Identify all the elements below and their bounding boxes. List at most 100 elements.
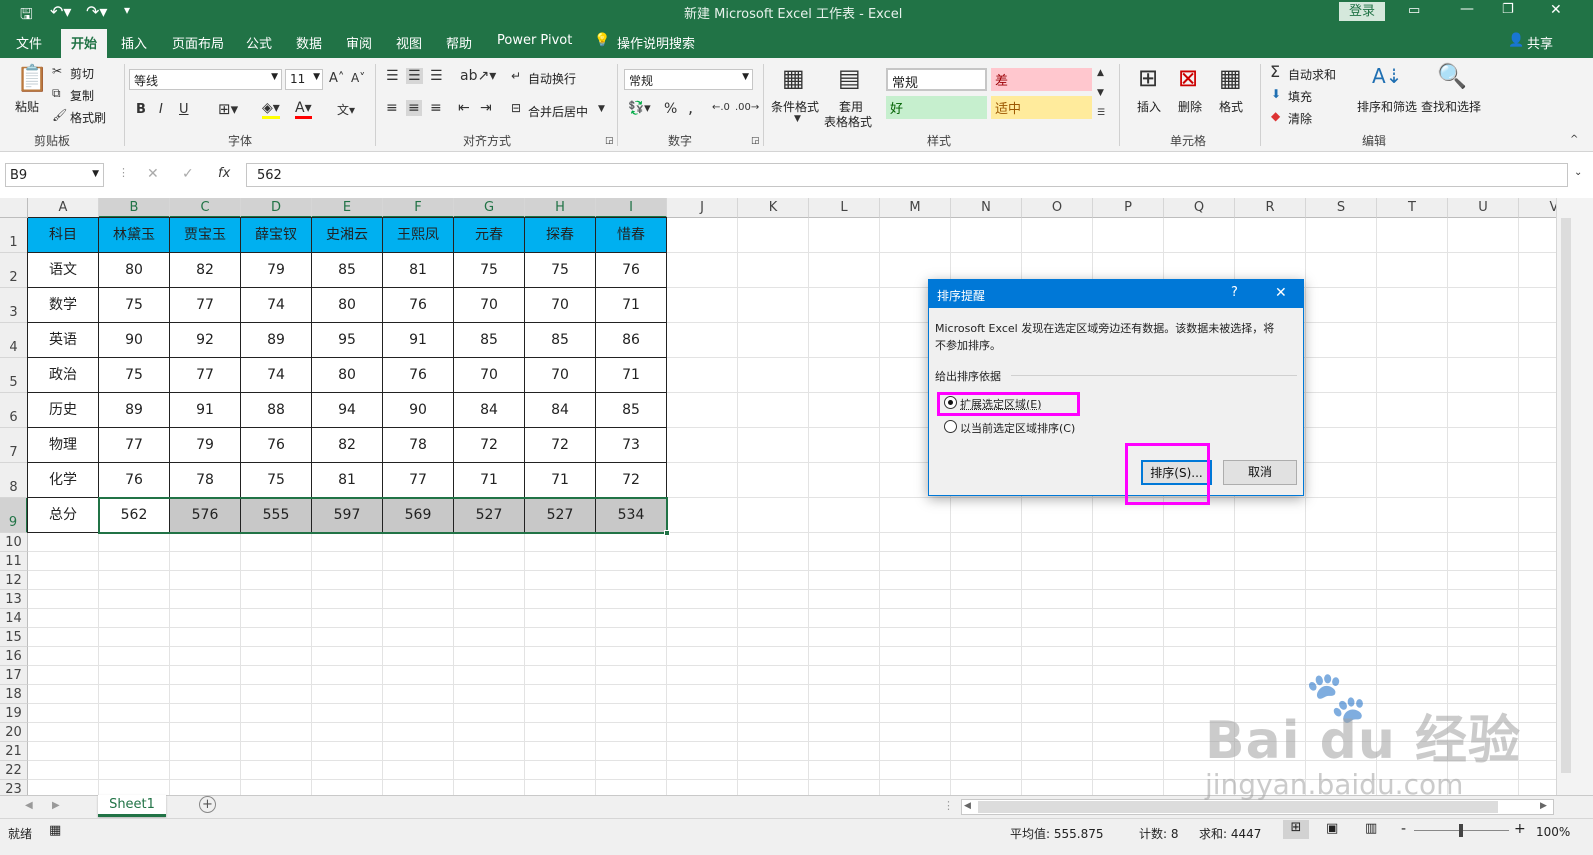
empty-cell[interactable] [454, 780, 525, 795]
empty-cell[interactable] [99, 590, 170, 609]
empty-cell[interactable] [738, 685, 809, 704]
empty-cell[interactable] [312, 742, 383, 761]
empty-cell[interactable] [454, 533, 525, 552]
empty-cell[interactable] [28, 666, 99, 685]
empty-cell[interactable] [738, 590, 809, 609]
table-cell[interactable]: 85 [454, 323, 525, 358]
empty-cell[interactable] [383, 533, 454, 552]
empty-cell[interactable] [1306, 498, 1377, 533]
empty-cell[interactable] [383, 590, 454, 609]
share-button[interactable]: 共享 [1527, 33, 1553, 52]
empty-cell[interactable] [738, 742, 809, 761]
empty-cell[interactable] [1306, 323, 1377, 358]
empty-cell[interactable] [312, 571, 383, 590]
table-cell[interactable]: 82 [312, 428, 383, 463]
empty-cell[interactable] [809, 218, 880, 253]
fill-button[interactable]: 填充 [1288, 88, 1312, 105]
empty-cell[interactable] [1377, 498, 1448, 533]
empty-cell[interactable] [809, 253, 880, 288]
empty-cell[interactable] [667, 571, 738, 590]
empty-cell[interactable] [880, 218, 951, 253]
tab-help[interactable]: 帮助 [446, 33, 472, 52]
empty-cell[interactable] [738, 723, 809, 742]
empty-cell[interactable] [880, 628, 951, 647]
empty-cell[interactable] [667, 552, 738, 571]
empty-cell[interactable] [454, 628, 525, 647]
empty-cell[interactable] [596, 780, 667, 795]
empty-cell[interactable] [28, 761, 99, 780]
table-cell[interactable]: 81 [312, 463, 383, 498]
empty-cell[interactable] [738, 428, 809, 463]
empty-cell[interactable] [1377, 288, 1448, 323]
cancel-entry-icon[interactable]: ✕ [147, 166, 159, 182]
empty-cell[interactable] [1093, 552, 1164, 571]
empty-cell[interactable] [596, 666, 667, 685]
empty-cell[interactable] [312, 590, 383, 609]
normal-view-icon[interactable]: ⊞ [1283, 820, 1309, 839]
empty-cell[interactable] [951, 498, 1022, 533]
empty-cell[interactable] [383, 628, 454, 647]
table-header-cell[interactable]: 科目 [28, 218, 99, 253]
column-header-A[interactable]: A [28, 198, 99, 218]
empty-cell[interactable] [1022, 685, 1093, 704]
insert-cells-button[interactable]: 插入 [1137, 98, 1161, 115]
empty-cell[interactable] [1022, 552, 1093, 571]
empty-cell[interactable] [951, 780, 1022, 795]
empty-cell[interactable] [28, 590, 99, 609]
empty-cell[interactable] [880, 761, 951, 780]
empty-cell[interactable] [1448, 571, 1519, 590]
empty-cell[interactable] [28, 609, 99, 628]
empty-cell[interactable] [880, 590, 951, 609]
cancel-button[interactable]: 取消 [1223, 460, 1297, 485]
format-cells-button[interactable]: 格式 [1219, 98, 1243, 115]
insert-function-button[interactable]: fx [218, 166, 230, 181]
empty-cell[interactable] [738, 288, 809, 323]
empty-cell[interactable] [312, 628, 383, 647]
expand-formula-icon[interactable]: ⌄ [1574, 167, 1582, 178]
empty-cell[interactable] [738, 218, 809, 253]
font-color-icon[interactable]: A▾ [295, 100, 312, 119]
empty-cell[interactable] [738, 666, 809, 685]
table-cell[interactable]: 70 [525, 288, 596, 323]
empty-cell[interactable] [1448, 498, 1519, 533]
format-painter-button[interactable]: 格式刷 [70, 109, 106, 126]
redo-icon[interactable]: ↷▾ [86, 2, 107, 21]
empty-cell[interactable] [667, 358, 738, 393]
empty-cell[interactable] [1093, 704, 1164, 723]
empty-cell[interactable] [1306, 552, 1377, 571]
number-launcher-icon[interactable]: ◲ [751, 136, 760, 146]
empty-cell[interactable] [809, 723, 880, 742]
cut-button[interactable]: 剪切 [70, 65, 94, 82]
empty-cell[interactable] [241, 704, 312, 723]
table-cell[interactable]: 84 [454, 393, 525, 428]
empty-cell[interactable] [738, 780, 809, 795]
empty-cell[interactable] [809, 666, 880, 685]
empty-cell[interactable] [1306, 571, 1377, 590]
table-cell[interactable]: 70 [525, 358, 596, 393]
style-bad[interactable]: 差 [991, 68, 1092, 91]
column-header-C[interactable]: C [170, 198, 241, 218]
empty-cell[interactable] [667, 533, 738, 552]
empty-cell[interactable] [880, 666, 951, 685]
table-cell[interactable]: 78 [170, 463, 241, 498]
italic-button[interactable]: I [159, 102, 163, 117]
sort-filter-button[interactable]: 排序和筛选 [1357, 98, 1417, 115]
table-header-cell[interactable]: 探春 [525, 218, 596, 253]
borders-icon[interactable]: ⊞▾ [218, 100, 238, 118]
align-left-icon[interactable]: ≡ [386, 100, 398, 116]
empty-cell[interactable] [454, 685, 525, 704]
empty-cell[interactable] [454, 590, 525, 609]
table-cell[interactable]: 75 [99, 288, 170, 323]
empty-cell[interactable] [28, 628, 99, 647]
empty-cell[interactable] [241, 552, 312, 571]
table-cell[interactable]: 576 [170, 498, 241, 533]
empty-cell[interactable] [1093, 780, 1164, 795]
empty-cell[interactable] [951, 628, 1022, 647]
table-cell[interactable]: 政治 [28, 358, 99, 393]
empty-cell[interactable] [667, 590, 738, 609]
font-name-select[interactable]: 等线 ▼ [129, 69, 282, 90]
empty-cell[interactable] [170, 647, 241, 666]
empty-cell[interactable] [667, 288, 738, 323]
empty-cell[interactable] [28, 742, 99, 761]
empty-cell[interactable] [738, 393, 809, 428]
